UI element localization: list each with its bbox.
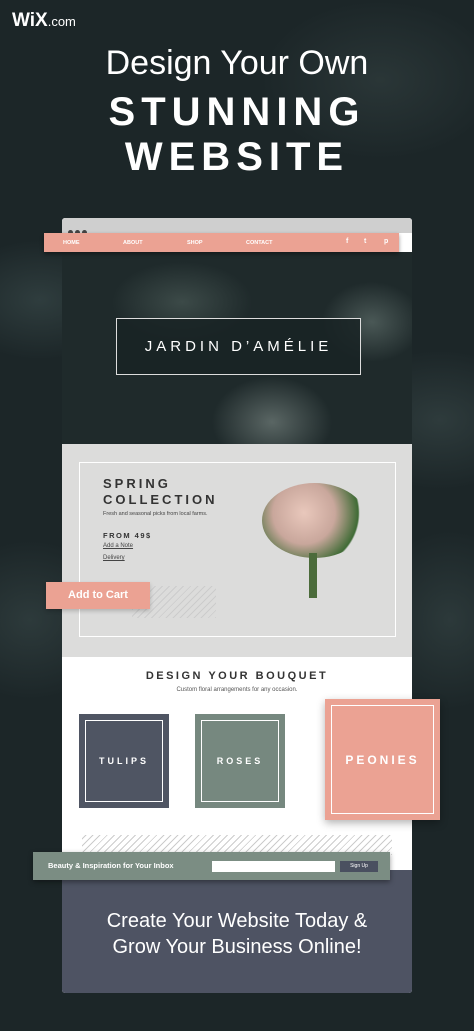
bouquet-subtitle: Custom floral arrangements for any occas…: [176, 687, 298, 693]
email-input[interactable]: [212, 861, 335, 872]
nav-home[interactable]: HOME: [63, 240, 80, 246]
title-bar: [62, 218, 412, 235]
tile-peonies[interactable]: PEONIES: [325, 699, 440, 820]
cta-text: Create Your Website Today & Grow Your Bus…: [106, 910, 368, 958]
headline-line2: STUNNING: [108, 90, 366, 134]
spring-frame: [79, 462, 396, 637]
bouquet-title: DESIGN YOUR BOUQUET: [145, 670, 329, 682]
nav-about[interactable]: ABOUT: [123, 240, 143, 246]
twitter-icon[interactable]: t: [364, 238, 366, 245]
nav-contact[interactable]: CONTACT: [246, 240, 272, 246]
add-to-cart-button[interactable]: Add to Cart: [46, 582, 150, 609]
wix-logo: WiX.com: [12, 10, 76, 31]
facebook-icon[interactable]: f: [346, 238, 348, 245]
nav-shop[interactable]: SHOP: [187, 240, 203, 246]
pinterest-icon[interactable]: p: [384, 238, 388, 245]
sign-up-button[interactable]: Sign Up: [340, 861, 378, 872]
site-title: JARDIN D’AMÉLIE: [116, 318, 361, 375]
headline-line1: Design Your Own: [105, 44, 369, 82]
tile-tulips[interactable]: TULIPS: [79, 714, 169, 808]
site-nav: HOME ABOUT SHOP CONTACT f t p: [44, 233, 399, 252]
headline-line3: WEBSITE: [124, 135, 350, 179]
tile-roses[interactable]: ROSES: [195, 714, 285, 808]
newsletter-bar: Beauty & Inspiration for Your Inbox Sign…: [33, 852, 390, 880]
newsletter-label: Beauty & Inspiration for Your Inbox: [48, 861, 174, 870]
